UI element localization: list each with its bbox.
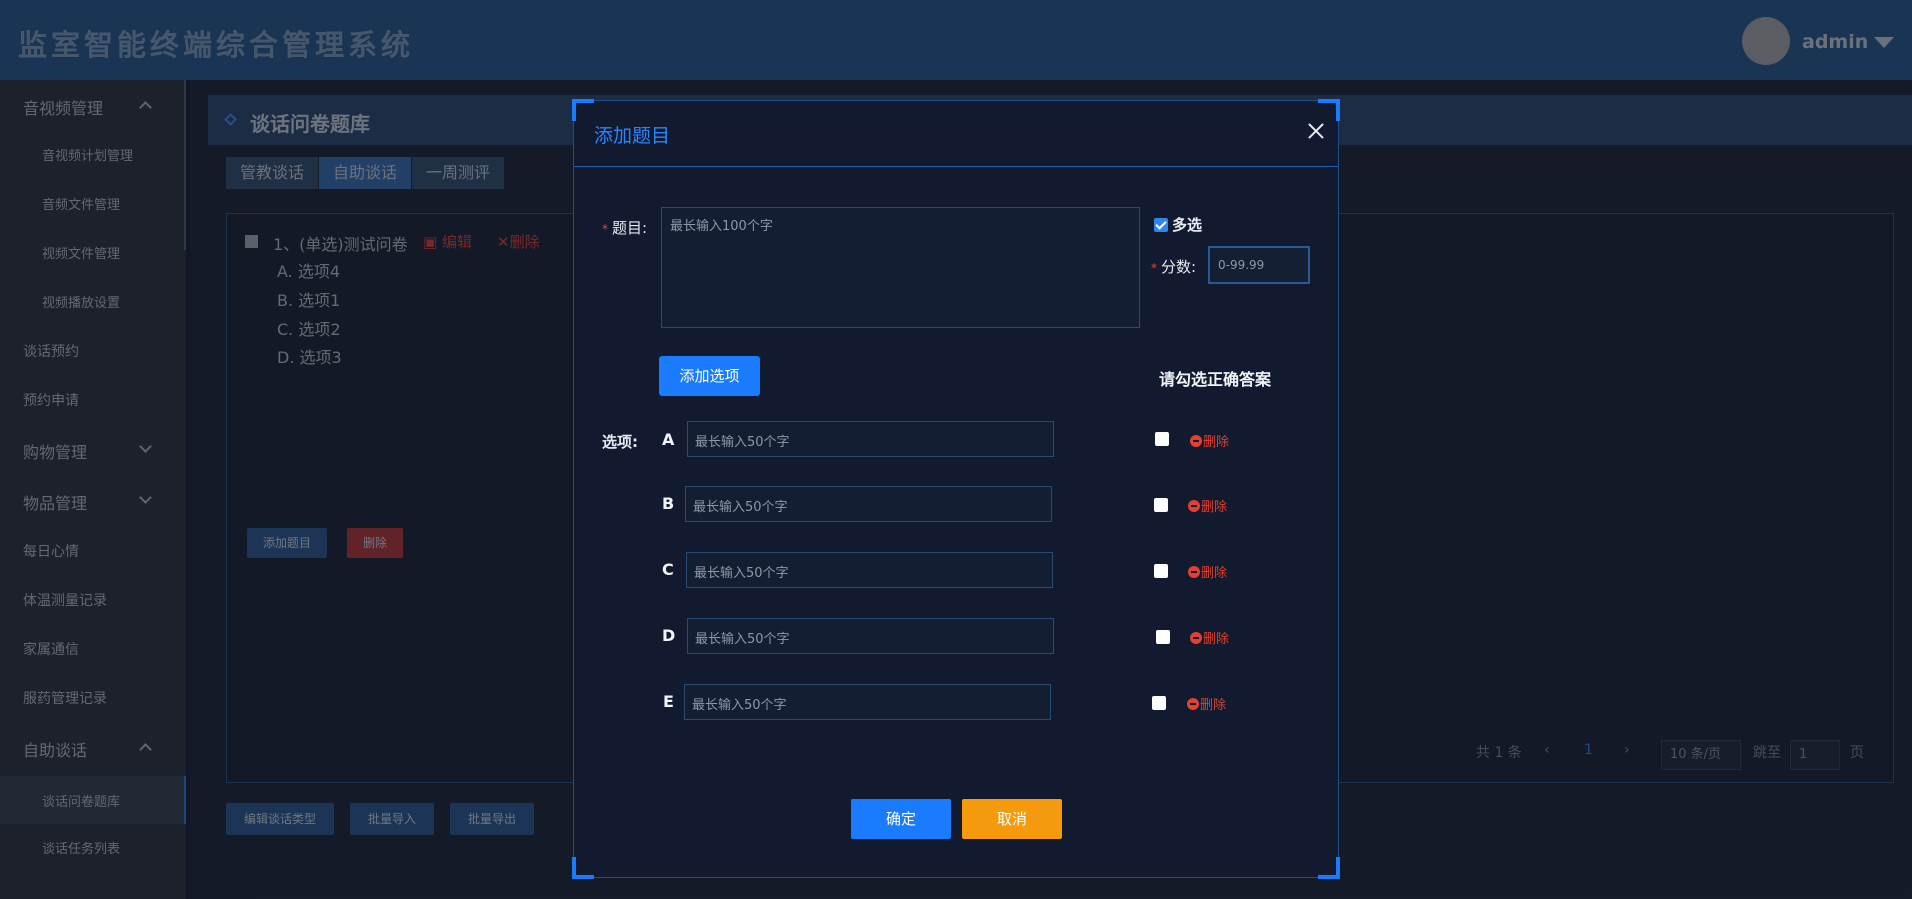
- delete-option-label: 删除: [1203, 435, 1230, 450]
- option-letter: A: [662, 430, 675, 449]
- option-letter: C: [662, 560, 674, 579]
- confirm-button[interactable]: 确定: [851, 799, 951, 839]
- option-input[interactable]: 最长输入50个字: [687, 618, 1054, 654]
- correct-answer-checkbox[interactable]: [1152, 696, 1166, 710]
- multi-select-label: 多选: [1172, 216, 1203, 234]
- question-label: * 题目:: [602, 217, 647, 238]
- option-letter: E: [663, 692, 674, 711]
- add-question-dialog: 添加题目 * 题目: 最长输入100个字 多选 * 分数: 0-99.99 添加选项…: [572, 99, 1340, 879]
- close-icon[interactable]: [1304, 119, 1328, 143]
- dialog-header: 添加题目: [574, 101, 1338, 167]
- question-placeholder: 最长输入100个字: [670, 219, 773, 234]
- delete-option-label: 删除: [1203, 632, 1230, 647]
- option-placeholder: 最长输入50个字: [692, 698, 787, 713]
- option-placeholder: 最长输入50个字: [695, 632, 790, 647]
- option-input[interactable]: 最长输入50个字: [686, 552, 1053, 588]
- multi-select-checkbox[interactable]: [1154, 218, 1168, 232]
- score-label-text: 分数:: [1161, 258, 1197, 276]
- correct-answer-checkbox[interactable]: [1155, 432, 1169, 446]
- minus-circle-icon: [1188, 566, 1200, 578]
- cancel-button[interactable]: 取消: [962, 799, 1062, 839]
- option-placeholder: 最长输入50个字: [695, 435, 790, 450]
- corner-decoration: [572, 857, 594, 879]
- minus-circle-icon: [1190, 435, 1202, 447]
- delete-option-label: 删除: [1201, 500, 1228, 515]
- correct-answer-checkbox[interactable]: [1156, 630, 1170, 644]
- minus-circle-icon: [1188, 500, 1200, 512]
- required-mark: *: [1151, 261, 1157, 275]
- answer-hint: 请勾选正确答案: [1159, 370, 1272, 389]
- option-placeholder: 最长输入50个字: [693, 500, 788, 515]
- score-input[interactable]: 0-99.99: [1208, 246, 1310, 284]
- option-input[interactable]: 最长输入50个字: [685, 486, 1052, 522]
- score-label: * 分数:: [1151, 256, 1196, 277]
- option-placeholder: 最长输入50个字: [694, 566, 789, 581]
- delete-option-button[interactable]: 删除: [1187, 694, 1226, 713]
- options-label: 选项:: [602, 433, 638, 451]
- delete-option-label: 删除: [1201, 566, 1228, 581]
- delete-option-button[interactable]: 删除: [1190, 628, 1229, 647]
- dialog-title: 添加题目: [594, 125, 671, 147]
- question-textarea[interactable]: 最长输入100个字: [661, 207, 1140, 328]
- score-placeholder: 0-99.99: [1218, 258, 1265, 272]
- option-input[interactable]: 最长输入50个字: [684, 684, 1051, 720]
- add-option-button[interactable]: 添加选项: [659, 356, 760, 396]
- minus-circle-icon: [1187, 698, 1199, 710]
- option-letter: B: [662, 494, 675, 513]
- minus-circle-icon: [1190, 632, 1202, 644]
- option-input[interactable]: 最长输入50个字: [687, 421, 1054, 457]
- delete-option-label: 删除: [1200, 698, 1227, 713]
- corner-decoration: [1318, 857, 1340, 879]
- correct-answer-checkbox[interactable]: [1154, 498, 1168, 512]
- question-label-text: 题目:: [612, 219, 648, 237]
- delete-option-button[interactable]: 删除: [1190, 431, 1229, 450]
- delete-option-button[interactable]: 删除: [1188, 496, 1227, 515]
- correct-answer-checkbox[interactable]: [1154, 564, 1168, 578]
- option-letter: D: [662, 626, 676, 645]
- delete-option-button[interactable]: 删除: [1188, 562, 1227, 581]
- required-mark: *: [602, 222, 608, 236]
